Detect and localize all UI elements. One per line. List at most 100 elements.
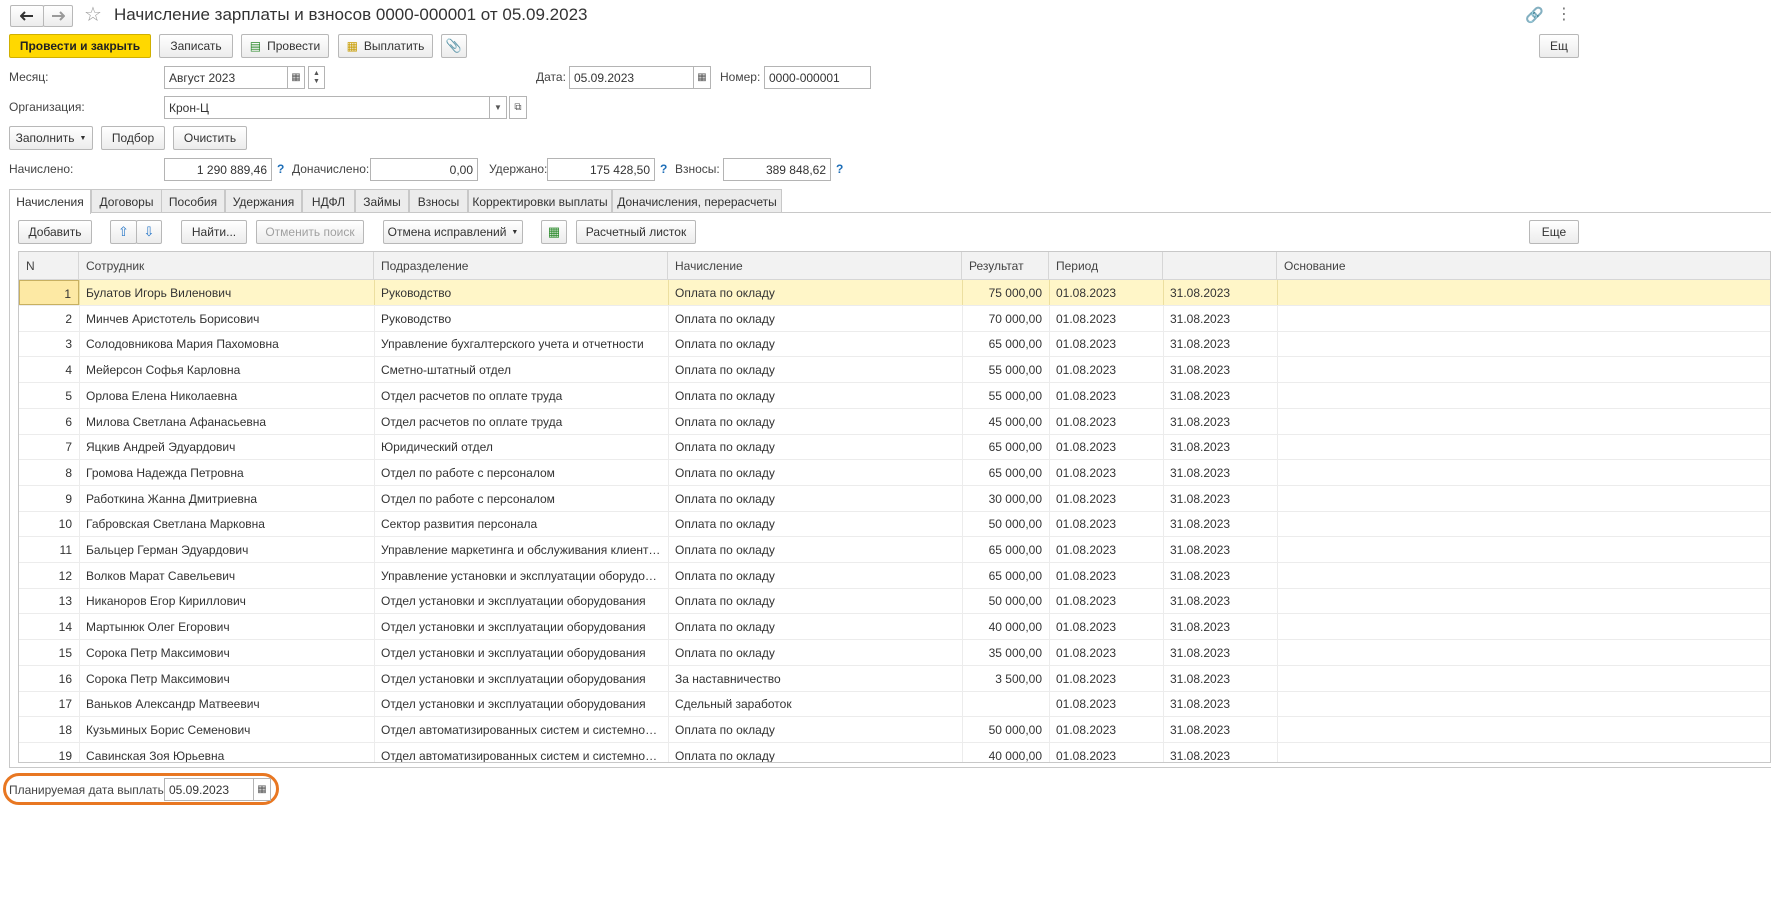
row-department[interactable]: Отдел автоматизированных систем и систем…	[374, 743, 668, 762]
table-row[interactable]: 8 Громова Надежда Петровна Отдел по работе…	[19, 459, 1770, 486]
table-row[interactable]: 7 Яцкив Андрей Эдуардович Юридический отде…	[19, 434, 1770, 461]
row-period-start[interactable]: 01.08.2023	[1049, 666, 1163, 691]
link-icon[interactable]: 🔗	[1525, 6, 1544, 24]
row-employee[interactable]: Милова Светлана Афанасьевна	[79, 409, 374, 434]
row-period-end[interactable]: 31.08.2023	[1163, 306, 1277, 331]
row-basis[interactable]	[1277, 486, 1770, 511]
month-calendar-button[interactable]: ▦	[287, 66, 305, 89]
row-employee[interactable]: Савинская Зоя Юрьевна	[79, 743, 374, 762]
row-period-start[interactable]: 01.08.2023	[1049, 743, 1163, 762]
table-row[interactable]: 11 Бальцер Герман Эдуардович Управление ма…	[19, 537, 1770, 563]
row-period-start[interactable]: 01.08.2023	[1049, 331, 1163, 356]
row-accrual[interactable]: Оплата по окладу	[668, 306, 962, 331]
row-period-start[interactable]: 01.08.2023	[1049, 717, 1163, 742]
row-accrual[interactable]: Оплата по окладу	[668, 511, 962, 536]
row-number[interactable]: 3	[19, 331, 79, 356]
table-row[interactable]: 1 Булатов Игорь Виленович Руководство Оплат…	[19, 280, 1770, 306]
vertical-dots-icon[interactable]: ⋮	[1556, 4, 1572, 24]
pick-button[interactable]: Подбор	[101, 126, 165, 150]
row-period-start[interactable]: 01.08.2023	[1049, 511, 1163, 536]
row-period-start[interactable]: 01.08.2023	[1049, 563, 1163, 588]
row-period-start[interactable]: 01.08.2023	[1049, 691, 1163, 716]
row-number[interactable]: 18	[19, 717, 79, 742]
header-basis[interactable]: Основание	[1277, 252, 1770, 280]
row-result[interactable]: 3 500,00	[962, 666, 1049, 691]
row-result[interactable]: 55 000,00	[962, 357, 1049, 382]
row-period-start[interactable]: 01.08.2023	[1049, 383, 1163, 408]
header-period[interactable]: Период	[1049, 252, 1163, 280]
row-employee[interactable]: Бальцер Герман Эдуардович	[79, 537, 374, 562]
row-result[interactable]: 30 000,00	[962, 486, 1049, 511]
row-number[interactable]: 12	[19, 563, 79, 588]
row-number[interactable]: 10	[19, 511, 79, 536]
fill-button[interactable]: Заполнить ▼	[9, 126, 93, 150]
row-number[interactable]: 17	[19, 691, 79, 716]
org-open-button[interactable]: ⧉	[509, 96, 527, 119]
row-period-start[interactable]: 01.08.2023	[1049, 460, 1163, 485]
row-department[interactable]: Руководство	[374, 306, 668, 331]
row-accrual[interactable]: Оплата по окладу	[668, 460, 962, 485]
row-period-start[interactable]: 01.08.2023	[1049, 537, 1163, 562]
row-period-end[interactable]: 31.08.2023	[1163, 588, 1277, 613]
row-department[interactable]: Сектор развития персонала	[374, 511, 668, 536]
header-employee[interactable]: Сотрудник	[79, 252, 374, 280]
row-basis[interactable]	[1277, 280, 1770, 305]
row-department[interactable]: Отдел по работе с персоналом	[374, 486, 668, 511]
date-field[interactable]: 05.09.2023	[569, 66, 694, 89]
table-row[interactable]: 2 Минчев Аристотель Борисович Руководство О…	[19, 305, 1770, 332]
row-employee[interactable]: Минчев Аристотель Борисович	[79, 306, 374, 331]
row-period-end[interactable]: 31.08.2023	[1163, 691, 1277, 716]
contrib-help-icon[interactable]: ?	[836, 162, 843, 176]
row-number[interactable]: 19	[19, 743, 79, 762]
row-result[interactable]: 70 000,00	[962, 306, 1049, 331]
save-button[interactable]: Записать	[159, 34, 233, 58]
row-employee[interactable]: Мартынюк Олег Егорович	[79, 614, 374, 639]
table-row[interactable]: 14 Мартынюк Олег Егорович Отдел установки …	[19, 614, 1770, 641]
row-period-end[interactable]: 31.08.2023	[1163, 511, 1277, 536]
row-period-end[interactable]: 31.08.2023	[1163, 640, 1277, 665]
table-row[interactable]: 13 Никаноров Егор Кириллович Отдел установ…	[19, 588, 1770, 615]
row-department[interactable]: Управление маркетинга и обслуживания кли…	[374, 537, 668, 562]
row-department[interactable]: Управление бухгалтерского учета и отчетн…	[374, 331, 668, 356]
row-employee[interactable]: Кузьминых Борис Семенович	[79, 717, 374, 742]
row-accrual[interactable]: Оплата по окладу	[668, 588, 962, 613]
header-n[interactable]: N	[19, 252, 79, 280]
tab-contracts[interactable]: Договоры	[91, 189, 162, 213]
tab-recalculations[interactable]: Доначисления, перерасчеты	[612, 189, 782, 213]
row-department[interactable]: Отдел автоматизированных систем и систем…	[374, 717, 668, 742]
table-row[interactable]: 16 Сорока Петр Максимович Отдел установки …	[19, 665, 1770, 692]
row-result[interactable]: 65 000,00	[962, 434, 1049, 459]
row-basis[interactable]	[1277, 434, 1770, 459]
row-accrual[interactable]: Сдельный заработок	[668, 691, 962, 716]
row-employee[interactable]: Громова Надежда Петровна	[79, 460, 374, 485]
row-accrual[interactable]: Оплата по окладу	[668, 743, 962, 762]
row-period-start[interactable]: 01.08.2023	[1049, 306, 1163, 331]
row-period-end[interactable]: 31.08.2023	[1163, 331, 1277, 356]
row-period-end[interactable]: 31.08.2023	[1163, 743, 1277, 762]
row-accrual[interactable]: Оплата по окладу	[668, 357, 962, 382]
row-employee[interactable]: Мейерсон Софья Карловна	[79, 357, 374, 382]
row-basis[interactable]	[1277, 331, 1770, 356]
row-accrual[interactable]: Оплата по окладу	[668, 409, 962, 434]
row-employee[interactable]: Никаноров Егор Кириллович	[79, 588, 374, 613]
row-accrual[interactable]: Оплата по окладу	[668, 434, 962, 459]
row-period-start[interactable]: 01.08.2023	[1049, 409, 1163, 434]
row-result[interactable]: 65 000,00	[962, 460, 1049, 485]
row-period-end[interactable]: 31.08.2023	[1163, 486, 1277, 511]
post-button[interactable]: ▤ Провести	[241, 34, 329, 58]
row-number[interactable]: 13	[19, 588, 79, 613]
header-result[interactable]: Результат	[962, 252, 1049, 280]
add-button[interactable]: Добавить	[18, 220, 92, 244]
row-period-end[interactable]: 31.08.2023	[1163, 434, 1277, 459]
row-result[interactable]: 40 000,00	[962, 743, 1049, 762]
row-department[interactable]: Отдел установки и эксплуатации оборудова…	[374, 691, 668, 716]
back-button[interactable]	[10, 5, 44, 27]
row-number[interactable]: 8	[19, 460, 79, 485]
row-basis[interactable]	[1277, 357, 1770, 382]
row-accrual[interactable]: Оплата по окладу	[668, 614, 962, 639]
row-result[interactable]: 65 000,00	[962, 563, 1049, 588]
row-result[interactable]: 50 000,00	[962, 588, 1049, 613]
row-department[interactable]: Отдел расчетов по оплате труда	[374, 383, 668, 408]
table-row[interactable]: 12 Волков Марат Савельевич Управление уста…	[19, 562, 1770, 589]
row-number[interactable]: 5	[19, 383, 79, 408]
